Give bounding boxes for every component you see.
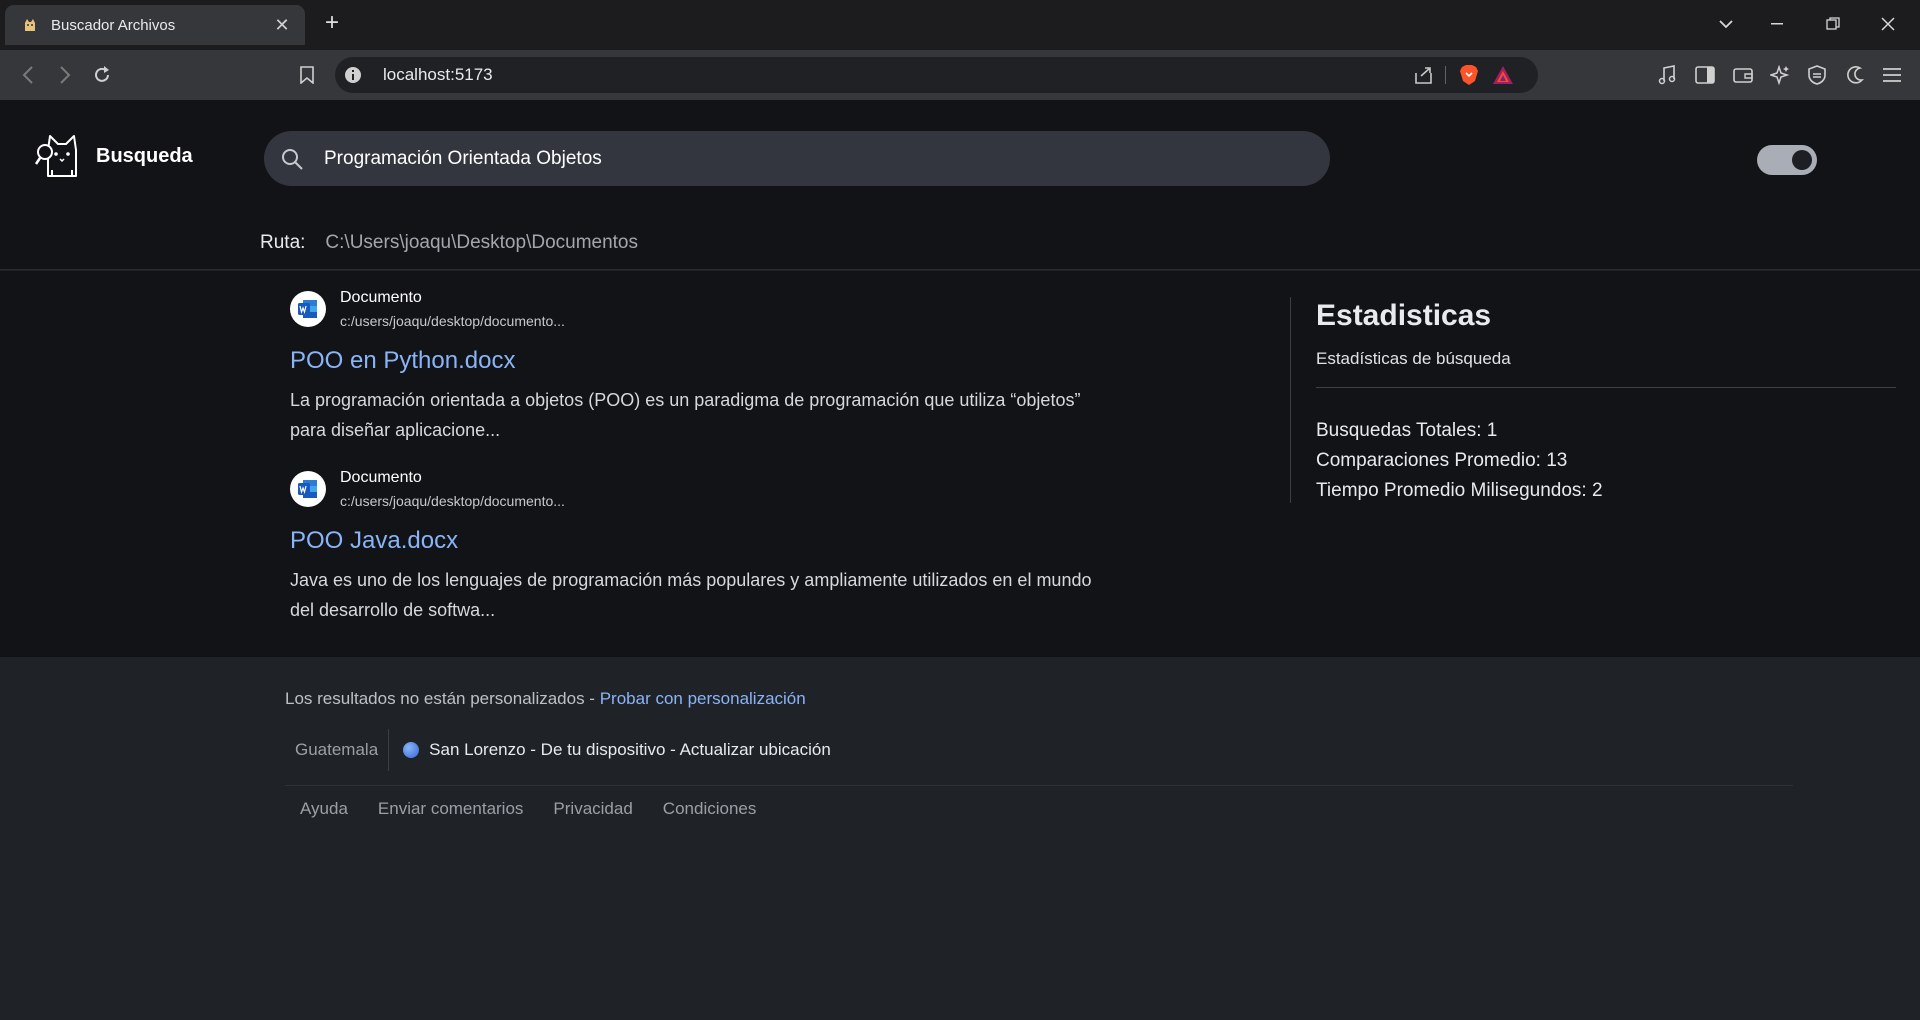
reload-icon[interactable] — [87, 60, 117, 90]
search-bar[interactable] — [264, 131, 1330, 186]
restore-icon[interactable] — [1811, 8, 1855, 40]
media-music-icon[interactable] — [1652, 60, 1682, 90]
personalization-link[interactable]: Probar con personalización — [600, 689, 806, 708]
result-item: Documento c:/users/joaqu/desktop/documen… — [290, 289, 1120, 445]
footer-link-help[interactable]: Ayuda — [285, 799, 363, 819]
new-tab-button[interactable]: + — [318, 9, 346, 37]
path-value: C:\Users\joaqu\Desktop\Documentos — [325, 232, 639, 253]
location-text[interactable]: San Lorenzo - De tu dispositivo - Actual… — [429, 740, 831, 760]
stat-total-searches: Busquedas Totales: 1 — [1316, 420, 1498, 441]
result-snippet: La programación orientada a objetos (POO… — [290, 390, 1081, 440]
forward-icon[interactable] — [50, 60, 80, 90]
browser-tab[interactable]: Buscador Archivos ✕ — [5, 5, 305, 45]
stat-avg-comparisons: Comparaciones Promedio: 13 — [1316, 450, 1568, 471]
footer-link-terms[interactable]: Condiciones — [648, 799, 772, 819]
cat-logo-icon — [34, 135, 77, 177]
night-mode-icon[interactable] — [1840, 60, 1870, 90]
wallet-icon[interactable] — [1728, 60, 1758, 90]
toggle-knob — [1792, 150, 1812, 170]
location-dot-icon — [403, 742, 420, 758]
back-icon[interactable] — [13, 60, 43, 90]
close-window-icon[interactable] — [1866, 8, 1910, 40]
site-info-icon[interactable] — [344, 66, 362, 84]
personalization-text: Los resultados no están personalizados - — [285, 689, 600, 708]
result-source-name: Documento — [340, 289, 422, 306]
brave-rewards-icon[interactable] — [1492, 65, 1514, 85]
sidebar-icon[interactable] — [1690, 60, 1720, 90]
result-path: c:/users/joaqu/desktop/documento... — [340, 313, 565, 329]
path-display: Ruta: C:\Users\joaqu\Desktop\Documentos — [260, 232, 638, 254]
logo-text: Busqueda — [96, 144, 193, 167]
page-content: Busqueda Ruta: C:\Users\joaqu\Desktop\Do… — [0, 100, 1920, 1020]
browser-toolbar: localhost:5173 — [0, 50, 1920, 100]
word-document-icon — [290, 471, 326, 507]
tab-title: Buscador Archivos — [51, 16, 176, 34]
stats-divider — [1316, 387, 1896, 388]
address-bar[interactable]: localhost:5173 — [335, 57, 1538, 93]
results-area: Documento c:/users/joaqu/desktop/documen… — [0, 271, 1920, 657]
stats-panel: Estadisticas Estadísticas de búsqueda Bu… — [1290, 297, 1896, 503]
theme-toggle[interactable] — [1757, 145, 1817, 175]
stats-subtitle: Estadísticas de búsqueda — [1316, 349, 1511, 368]
result-title-link[interactable]: POO en Python.docx — [290, 347, 1120, 375]
share-icon[interactable] — [1413, 65, 1435, 85]
leo-ai-icon[interactable] — [1765, 60, 1795, 90]
cat-favicon-icon — [21, 16, 39, 34]
path-label: Ruta: — [260, 232, 306, 253]
page-footer: Los resultados no están personalizados -… — [0, 657, 1920, 1020]
brave-shields-icon[interactable] — [1459, 64, 1479, 86]
browser-tabstrip: Buscador Archivos ✕ + — [0, 0, 1920, 50]
result-title-link[interactable]: POO Java.docx — [290, 527, 1120, 555]
tab-search-chevron-icon[interactable] — [1704, 8, 1748, 40]
url-text: localhost:5173 — [383, 65, 493, 84]
vpn-shield-icon[interactable] — [1802, 60, 1832, 90]
minimize-icon[interactable] — [1756, 8, 1800, 40]
footer-links: Ayuda Enviar comentarios Privacidad Cond… — [285, 799, 771, 819]
result-source-name: Documento — [340, 469, 422, 486]
search-input[interactable] — [324, 131, 1304, 186]
result-source[interactable]: Documento c:/users/joaqu/desktop/documen… — [290, 469, 1120, 509]
location-row: Guatemala San Lorenzo - De tu dispositiv… — [285, 729, 831, 771]
result-snippet: Java es uno de los lenguajes de programa… — [290, 570, 1092, 620]
omnibox-separator — [1445, 66, 1446, 84]
personalization-notice: Los resultados no están personalizados -… — [285, 689, 806, 709]
footer-divider — [285, 785, 1793, 786]
search-icon — [282, 149, 303, 170]
location-country: Guatemala — [285, 729, 390, 771]
footer-link-privacy[interactable]: Privacidad — [538, 799, 647, 819]
word-document-icon — [290, 291, 326, 327]
result-item: Documento c:/users/joaqu/desktop/documen… — [290, 469, 1120, 625]
app-header: Busqueda Ruta: C:\Users\joaqu\Desktop\Do… — [0, 100, 1920, 270]
stats-title: Estadisticas — [1316, 299, 1492, 332]
result-path: c:/users/joaqu/desktop/documento... — [340, 493, 565, 509]
bookmark-icon[interactable] — [292, 60, 322, 90]
tab-close-icon[interactable]: ✕ — [271, 15, 293, 36]
stat-avg-time: Tiempo Promedio Milisegundos: 2 — [1316, 480, 1603, 501]
result-source[interactable]: Documento c:/users/joaqu/desktop/documen… — [290, 289, 1120, 329]
app-logo[interactable]: Busqueda — [34, 130, 193, 182]
footer-link-feedback[interactable]: Enviar comentarios — [363, 799, 539, 819]
menu-icon[interactable] — [1877, 60, 1907, 90]
